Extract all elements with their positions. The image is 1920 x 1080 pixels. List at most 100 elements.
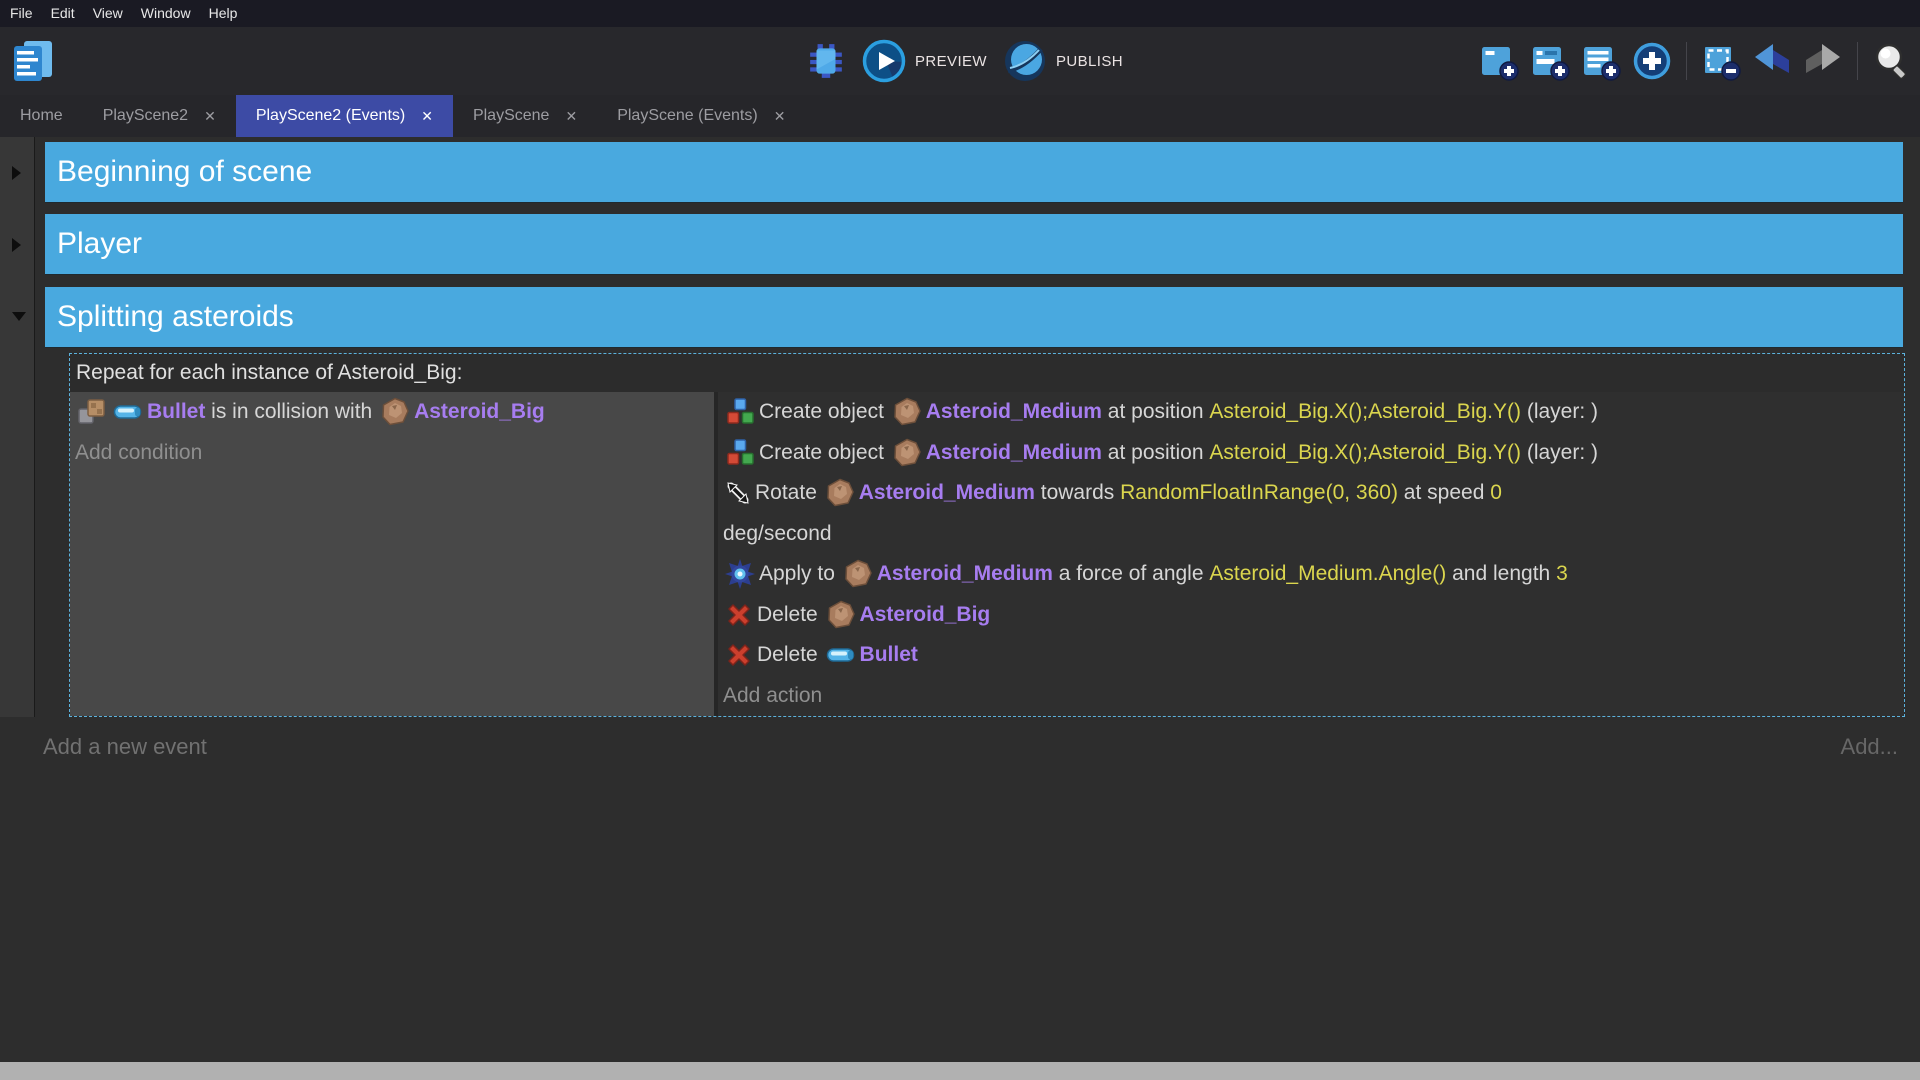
instruction-text: Apply to [759, 562, 841, 586]
redo-icon [1803, 41, 1843, 81]
instruction-text: (layer: ) [1521, 400, 1598, 424]
add-event-button[interactable] [1479, 41, 1519, 81]
delete-selection-button[interactable] [1701, 41, 1741, 81]
instruction-text: is in collision with [205, 400, 378, 424]
close-tab-icon[interactable]: ✕ [565, 108, 577, 125]
conditions-column: Bullet is in collision with Asteroid_Big… [70, 392, 718, 716]
undo-button[interactable] [1752, 41, 1792, 81]
instruction-text: at speed [1398, 481, 1490, 505]
instruction-text: at position [1102, 441, 1209, 465]
action-row[interactable]: deg/second [718, 514, 1904, 555]
toolbar-center: PREVIEW PUBLISH [806, 27, 1123, 95]
horizontal-scrollbar[interactable] [0, 1062, 1920, 1080]
action-row[interactable]: Create object Asteroid_Medium at positio… [718, 433, 1904, 474]
close-tab-icon[interactable]: ✕ [774, 108, 786, 125]
instruction-text: a force of angle [1053, 562, 1209, 586]
tab-label: PlayScene2 (Events) [256, 107, 405, 125]
asteroid-icon [380, 397, 410, 427]
publish-label: PUBLISH [1056, 53, 1123, 70]
search-button[interactable] [1872, 41, 1912, 81]
action-row[interactable]: Delete Bullet [718, 635, 1904, 676]
bullet-icon [113, 403, 143, 421]
expression: Asteroid_Big.X();Asteroid_Big.Y() [1209, 400, 1521, 424]
menu-view[interactable]: View [84, 0, 132, 27]
create-object-icon [725, 397, 755, 427]
object-name: Asteroid_Medium [926, 400, 1102, 424]
collision-icon [77, 397, 107, 427]
gdevelop-logo-icon[interactable] [12, 39, 54, 83]
add-event-icon [1479, 41, 1519, 81]
action-row[interactable]: Rotate Asteroid_Medium towards RandomFlo… [718, 473, 1904, 514]
asteroid-icon [843, 559, 873, 589]
add-comment-icon [1581, 41, 1621, 81]
debug-icon [808, 42, 844, 80]
events-footer: Add a new event Add... [43, 734, 1898, 760]
preview-play-icon [862, 39, 906, 83]
add-subevent-icon [1530, 41, 1570, 81]
preview-label: PREVIEW [915, 53, 987, 70]
condition-row[interactable]: Add condition [70, 433, 714, 474]
delete-selection-icon [1701, 41, 1741, 81]
action-row[interactable]: Add action [718, 676, 1904, 717]
add-more-link[interactable]: Add... [1841, 734, 1898, 760]
rotate-icon [725, 480, 751, 506]
action-row[interactable]: Delete Asteroid_Big [718, 595, 1904, 636]
event-group-splitting-asteroids[interactable]: Splitting asteroids [45, 287, 1903, 348]
object-name: Asteroid_Big [414, 400, 545, 424]
placeholder-link[interactable]: Add action [723, 684, 822, 708]
tab-playscene[interactable]: PlayScene✕ [453, 95, 597, 137]
action-row[interactable]: Create object Asteroid_Medium at positio… [718, 392, 1904, 433]
events-gutter [0, 137, 35, 717]
event-group-player[interactable]: Player [45, 214, 1903, 275]
tab-playscene2[interactable]: PlayScene2✕ [83, 95, 236, 137]
expand-arrow-icon[interactable] [12, 312, 26, 321]
tab-home[interactable]: Home [0, 95, 83, 137]
instruction-text: deg/second [723, 522, 832, 546]
condition-row[interactable]: Bullet is in collision with Asteroid_Big [70, 392, 714, 433]
undo-icon [1752, 41, 1792, 81]
force-icon [725, 559, 755, 589]
repeat-event[interactable]: Repeat for each instance of Asteroid_Big… [69, 353, 1905, 717]
repeat-event-header[interactable]: Repeat for each instance of Asteroid_Big… [70, 354, 1904, 392]
add-comment-button[interactable] [1581, 41, 1621, 81]
tab-playscene2-events[interactable]: PlayScene2 (Events) ✕ [236, 95, 453, 137]
add-circle-button[interactable] [1632, 41, 1672, 81]
expression: RandomFloatInRange(0, 360) [1120, 481, 1398, 505]
close-tab-icon[interactable]: ✕ [204, 108, 216, 125]
object-name: Asteroid_Medium [859, 481, 1035, 505]
tab-label: PlayScene (Events) [617, 107, 758, 125]
menu-help[interactable]: Help [200, 0, 247, 27]
placeholder-link[interactable]: Add condition [75, 441, 202, 465]
menu-window[interactable]: Window [132, 0, 200, 27]
event-group-beginning-of-scene[interactable]: Beginning of scene [45, 142, 1903, 203]
asteroid-icon [892, 397, 922, 427]
menu-edit[interactable]: Edit [42, 0, 84, 27]
tab-playscene-events[interactable]: PlayScene (Events) ✕ [597, 95, 805, 137]
menu-file[interactable]: File [10, 0, 42, 27]
toolbar-separator [1857, 42, 1858, 80]
object-name: Asteroid_Big [860, 603, 991, 627]
instruction-text: Create object [759, 400, 890, 424]
debug-button[interactable] [806, 41, 846, 81]
redo-button[interactable] [1803, 41, 1843, 81]
publish-button[interactable]: PUBLISH [1003, 39, 1123, 83]
close-tab-icon[interactable]: ✕ [421, 108, 433, 125]
action-row[interactable]: Apply to Asteroid_Medium a force of angl… [718, 554, 1904, 595]
create-object-icon [725, 438, 755, 468]
actions-column: Create object Asteroid_Medium at positio… [718, 392, 1904, 716]
toolbar-separator [1686, 42, 1687, 80]
instruction-text: towards [1035, 481, 1120, 505]
object-name: Bullet [147, 400, 205, 424]
object-name: Asteroid_Medium [926, 441, 1102, 465]
add-new-event-link[interactable]: Add a new event [43, 734, 207, 760]
instruction-text: Create object [759, 441, 890, 465]
collapse-arrow-icon[interactable] [12, 238, 21, 252]
instruction-text: and length [1446, 562, 1556, 586]
search-icon [1872, 41, 1912, 81]
preview-button[interactable]: PREVIEW [862, 39, 987, 83]
collapse-arrow-icon[interactable] [12, 166, 21, 180]
object-name: Bullet [860, 643, 918, 667]
event-columns: Bullet is in collision with Asteroid_Big… [70, 392, 1904, 716]
add-subevent-button[interactable] [1530, 41, 1570, 81]
object-name: Asteroid_Medium [877, 562, 1053, 586]
